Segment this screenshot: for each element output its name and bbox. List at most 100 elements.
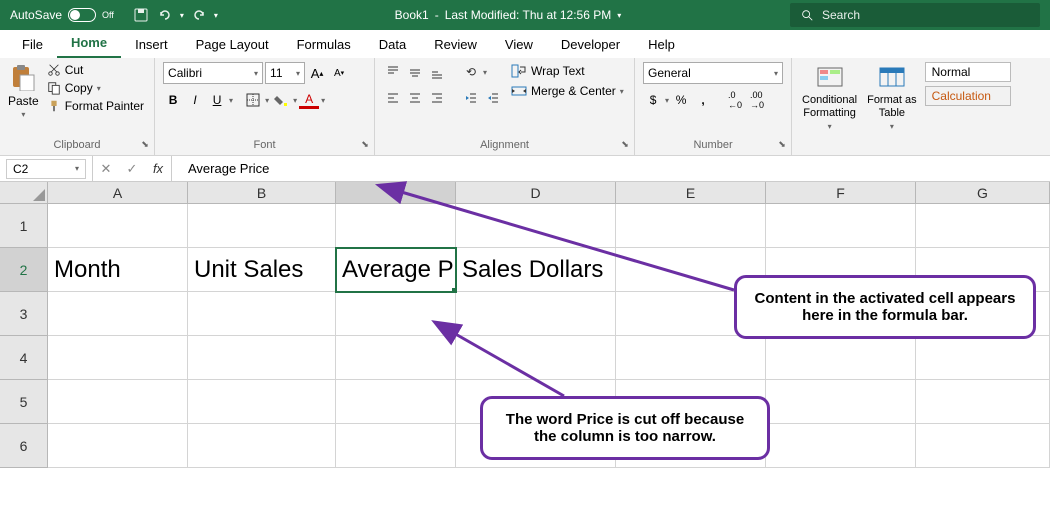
indent-button[interactable] bbox=[483, 88, 503, 108]
cell-A5[interactable] bbox=[48, 380, 188, 424]
cancel-formula-button[interactable]: ✕ bbox=[93, 161, 119, 177]
cell-A6[interactable] bbox=[48, 424, 188, 468]
border-button[interactable] bbox=[243, 90, 263, 110]
tab-developer[interactable]: Developer bbox=[547, 31, 634, 58]
conditional-formatting-button[interactable]: Conditional Formatting▾ bbox=[800, 62, 859, 134]
format-painter-button[interactable]: Format Painter bbox=[45, 98, 146, 114]
cell-F6[interactable] bbox=[766, 424, 916, 468]
cell-A3[interactable] bbox=[48, 292, 188, 336]
cell-F4[interactable] bbox=[766, 336, 916, 380]
select-all-corner[interactable] bbox=[0, 182, 48, 203]
formula-input[interactable]: Average Price bbox=[171, 156, 1050, 181]
tab-formulas[interactable]: Formulas bbox=[283, 31, 365, 58]
align-right-button[interactable] bbox=[427, 88, 447, 108]
format-table-button[interactable]: Format as Table▾ bbox=[865, 62, 919, 134]
cell-A2[interactable]: Month bbox=[48, 248, 188, 292]
col-B[interactable]: B bbox=[188, 182, 336, 203]
redo-icon[interactable] bbox=[190, 6, 208, 24]
undo-icon[interactable] bbox=[156, 6, 174, 24]
cell-A4[interactable] bbox=[48, 336, 188, 380]
row-6[interactable]: 6 bbox=[0, 424, 48, 468]
fill-color-button[interactable] bbox=[271, 90, 291, 110]
cell-D3[interactable] bbox=[456, 292, 616, 336]
cut-button[interactable]: Cut bbox=[45, 62, 146, 78]
cell-G4[interactable] bbox=[916, 336, 1050, 380]
cell-G1[interactable] bbox=[916, 204, 1050, 248]
tab-home[interactable]: Home bbox=[57, 29, 121, 58]
font-name-select[interactable]: Calibri▾ bbox=[163, 62, 263, 84]
align-middle-button[interactable] bbox=[405, 62, 425, 82]
cell-F5[interactable] bbox=[766, 380, 916, 424]
cell-F1[interactable] bbox=[766, 204, 916, 248]
outdent-button[interactable] bbox=[461, 88, 481, 108]
align-left-button[interactable] bbox=[383, 88, 403, 108]
font-size-select[interactable]: 11▾ bbox=[265, 62, 305, 84]
cell-B6[interactable] bbox=[188, 424, 336, 468]
merge-center-button[interactable]: Merge & Center▾ bbox=[509, 82, 626, 100]
qat-customize-icon[interactable]: ▾ bbox=[214, 11, 218, 20]
cell-B4[interactable] bbox=[188, 336, 336, 380]
alignment-dialog-icon[interactable]: ⬊ bbox=[618, 137, 632, 151]
tab-view[interactable]: View bbox=[491, 31, 547, 58]
align-top-button[interactable] bbox=[383, 62, 403, 82]
bold-button[interactable]: B bbox=[163, 90, 183, 110]
tab-data[interactable]: Data bbox=[365, 31, 420, 58]
cell-B2[interactable]: Unit Sales bbox=[188, 248, 336, 292]
cell-C2[interactable]: Average Pr bbox=[336, 248, 456, 292]
cell-D4[interactable] bbox=[456, 336, 616, 380]
col-A[interactable]: A bbox=[48, 182, 188, 203]
cell-B1[interactable] bbox=[188, 204, 336, 248]
cell-C5[interactable] bbox=[336, 380, 456, 424]
tab-review[interactable]: Review bbox=[420, 31, 491, 58]
col-D[interactable]: D bbox=[456, 182, 616, 203]
name-box[interactable]: C2 ▾ bbox=[6, 159, 86, 179]
cell-E1[interactable] bbox=[616, 204, 766, 248]
cell-C4[interactable] bbox=[336, 336, 456, 380]
tab-insert[interactable]: Insert bbox=[121, 31, 182, 58]
style-normal[interactable]: Normal bbox=[925, 62, 1011, 82]
decrease-decimal-button[interactable]: .00→0 bbox=[747, 90, 767, 110]
grow-font-button[interactable]: A▴ bbox=[307, 63, 327, 83]
cell-D2[interactable]: Sales Dollars bbox=[456, 248, 616, 292]
number-format-select[interactable]: General▾ bbox=[643, 62, 783, 84]
number-dialog-icon[interactable]: ⬊ bbox=[775, 137, 789, 151]
increase-decimal-button[interactable]: .0←0 bbox=[725, 90, 745, 110]
autosave-toggle[interactable]: AutoSave Off bbox=[0, 8, 124, 22]
cell-B5[interactable] bbox=[188, 380, 336, 424]
cell-G5[interactable] bbox=[916, 380, 1050, 424]
cell-G6[interactable] bbox=[916, 424, 1050, 468]
row-5[interactable]: 5 bbox=[0, 380, 48, 424]
toggle-switch[interactable] bbox=[68, 8, 96, 22]
col-C[interactable]: C bbox=[336, 182, 456, 203]
paste-button[interactable]: Paste ▾ bbox=[8, 62, 39, 119]
col-E[interactable]: E bbox=[616, 182, 766, 203]
cell-C3[interactable] bbox=[336, 292, 456, 336]
align-bottom-button[interactable] bbox=[427, 62, 447, 82]
clipboard-dialog-icon[interactable]: ⬊ bbox=[138, 137, 152, 151]
underline-button[interactable]: U bbox=[207, 90, 227, 110]
fx-button[interactable]: fx bbox=[145, 161, 171, 176]
cell-E4[interactable] bbox=[616, 336, 766, 380]
copy-button[interactable]: Copy▾ bbox=[45, 80, 146, 96]
row-4[interactable]: 4 bbox=[0, 336, 48, 380]
font-color-button[interactable]: A bbox=[299, 92, 319, 109]
wrap-text-button[interactable]: Wrap Text bbox=[509, 62, 626, 80]
col-G[interactable]: G bbox=[916, 182, 1050, 203]
undo-dropdown-icon[interactable]: ▾ bbox=[180, 11, 184, 20]
percent-button[interactable]: % bbox=[671, 90, 691, 110]
col-F[interactable]: F bbox=[766, 182, 916, 203]
save-icon[interactable] bbox=[132, 6, 150, 24]
cell-B3[interactable] bbox=[188, 292, 336, 336]
font-dialog-icon[interactable]: ⬊ bbox=[358, 137, 372, 151]
orientation-button[interactable]: ⟲ bbox=[461, 62, 481, 82]
row-1[interactable]: 1 bbox=[0, 204, 48, 248]
cell-C1[interactable] bbox=[336, 204, 456, 248]
shrink-font-button[interactable]: A▾ bbox=[329, 63, 349, 83]
enter-formula-button[interactable]: ✓ bbox=[119, 161, 145, 177]
italic-button[interactable]: I bbox=[185, 90, 205, 110]
tab-help[interactable]: Help bbox=[634, 31, 689, 58]
cell-A1[interactable] bbox=[48, 204, 188, 248]
search-box[interactable]: Search bbox=[790, 3, 1040, 27]
cell-C6[interactable] bbox=[336, 424, 456, 468]
tab-file[interactable]: File bbox=[8, 31, 57, 58]
